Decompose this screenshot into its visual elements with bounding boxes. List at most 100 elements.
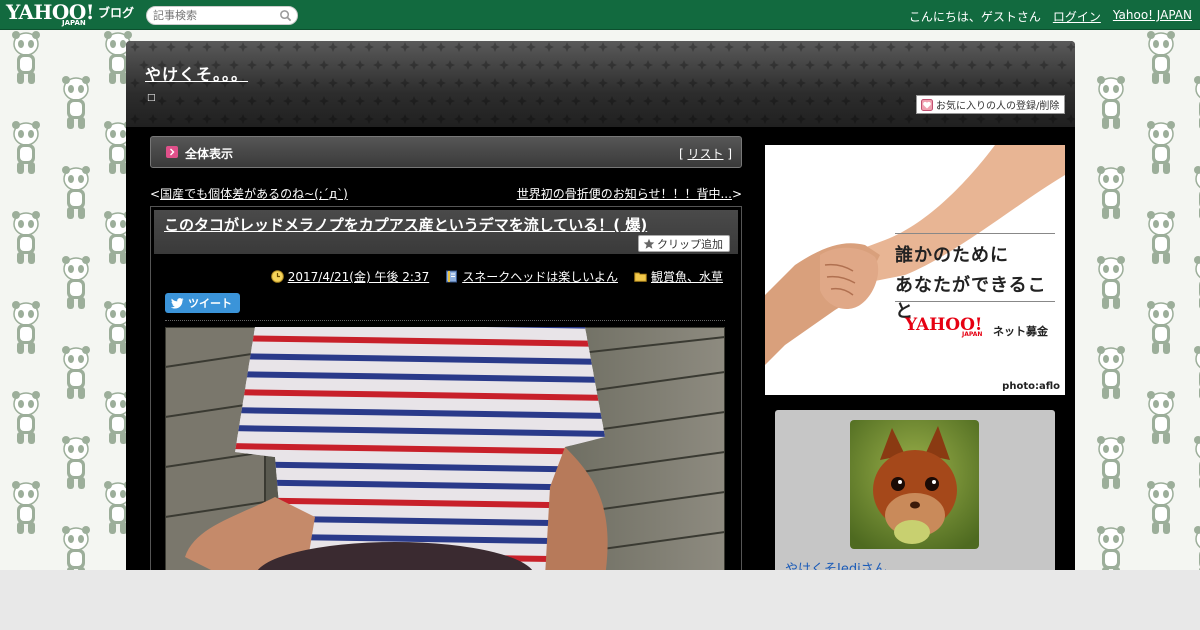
login-link[interactable]: ログイン [1053,8,1101,25]
header-star-mark [148,114,158,124]
header-star-mark [310,78,320,88]
header-star-mark [490,114,500,124]
header-star-mark [1030,42,1040,52]
header-star-mark [544,42,554,52]
header-star-mark [976,78,986,88]
header-star-mark [472,78,482,88]
all-view-bar: 全体表示 [ リスト ] [150,136,742,168]
header-star-mark [886,42,896,52]
blog-title[interactable]: やけくそ。。。 [145,61,248,85]
panda-pattern-tile [8,30,44,86]
header-star-mark [310,114,320,124]
header-star-mark [616,42,626,52]
header-star-mark [616,78,626,88]
header-star-mark [166,42,176,52]
header-star-mark [481,96,491,106]
list-view-link[interactable]: リスト [687,147,723,161]
footer-area [0,570,1200,630]
header-star-mark [454,114,464,124]
yahoo-japan-link[interactable]: Yahoo! JAPAN [1113,8,1192,25]
header-star-mark [292,42,302,52]
header-star-mark [598,114,608,124]
blog-frame: やけくそ。。。 □ お気に入りの人の登録/削除 全体表示 [ リスト ] <国産… [126,41,1075,570]
panda-pattern-tile [1093,75,1129,131]
header-star-mark [319,60,329,70]
header-star-mark [895,60,905,70]
header-star-mark [832,42,842,52]
header-star-mark [382,114,392,124]
header-star-mark [706,42,716,52]
header-star-mark [787,96,797,106]
header-star-mark [499,96,509,106]
tweet-button[interactable]: ツイート [165,293,240,313]
header-star-mark [976,114,986,124]
header-star-mark [238,42,248,52]
header-star-mark [382,42,392,52]
header-star-mark [805,96,815,106]
ad-divider-top [895,233,1055,234]
header-star-mark [589,60,599,70]
header-star-mark [814,42,824,52]
panda-pattern-tile [1190,165,1200,221]
article-photo[interactable] [165,327,725,570]
header-star-mark [967,60,977,70]
folder-link[interactable]: 観賞魚、水草 [651,268,723,285]
header-star-mark [850,114,860,124]
header-star-mark [940,42,950,52]
header-star-mark [535,60,545,70]
yahoo-blog-logo[interactable]: YAHOO! JAPAN ブログ [6,2,134,28]
header-star-mark [679,60,689,70]
header-star-mark [634,42,644,52]
header-star-mark [436,42,446,52]
header-star-mark [796,114,806,124]
favorite-register-button[interactable]: お気に入りの人の登録/削除 [916,95,1065,114]
header-star-mark [373,60,383,70]
header-star-mark [337,96,347,106]
tweet-label: ツイート [188,297,232,310]
panda-pattern-tile [8,120,44,176]
panda-pattern-tile [1093,255,1129,311]
prev-article-link[interactable]: 国産でも個体差があるのね~(;´д`) [160,187,348,201]
header-star-mark [1012,114,1022,124]
header-star-mark [202,114,212,124]
header-star-mark [274,78,284,88]
header-star-mark [652,114,662,124]
header-star-mark [760,42,770,52]
header-star-mark [355,96,365,106]
category-link[interactable]: スネークヘッドは楽しいよん [462,268,618,285]
header-star-mark [175,96,185,106]
header-star-mark [688,42,698,52]
header-star-mark [1021,60,1031,70]
header-star-mark [1057,60,1067,70]
all-view-title: 全体表示 [185,147,234,161]
clip-add-button[interactable]: クリップ追加 [638,235,730,252]
header-star-mark [544,78,554,88]
search-icon[interactable] [279,9,292,22]
header-star-mark [328,114,338,124]
charity-ad-banner[interactable]: 誰かのために あなたができること YAHOO! JAPAN ネット募金 phot… [765,145,1065,395]
prev-article: <国産でも個体差があるのね~(;´д`) [150,185,348,202]
search-input[interactable] [153,9,273,22]
header-star-mark [517,60,527,70]
header-star-mark [310,42,320,52]
article-meta: 2017/4/21(金) 午後 2:37 スネークヘッドは楽しいよん 観賞魚、水… [270,268,723,285]
panda-pattern-tile [58,345,94,401]
article-title[interactable]: このタコがレッドメラノプをカプアス産というデマを流している！( 爆) [164,214,647,235]
header-star-mark [670,114,680,124]
avatar[interactable] [850,420,979,549]
panda-pattern-tile [58,255,94,311]
panda-pattern-tile [1143,30,1179,86]
header-star-mark [580,42,590,52]
post-date-link[interactable]: 2017/4/21(金) 午後 2:37 [288,268,429,285]
post-folder: 観賞魚、水草 [634,268,723,285]
header-star-mark [499,60,509,70]
header-star-mark [904,114,914,124]
header-star-mark [589,96,599,106]
next-article-link[interactable]: 世界初の骨折便のお知らせ！！！背中... [517,187,732,201]
header-star-mark [364,42,374,52]
header-star-mark [886,78,896,88]
header-star-mark [994,114,1004,124]
profile-name-link[interactable]: やけくそJediさん [785,558,887,570]
header-star-mark [391,60,401,70]
header-star-mark [751,60,761,70]
